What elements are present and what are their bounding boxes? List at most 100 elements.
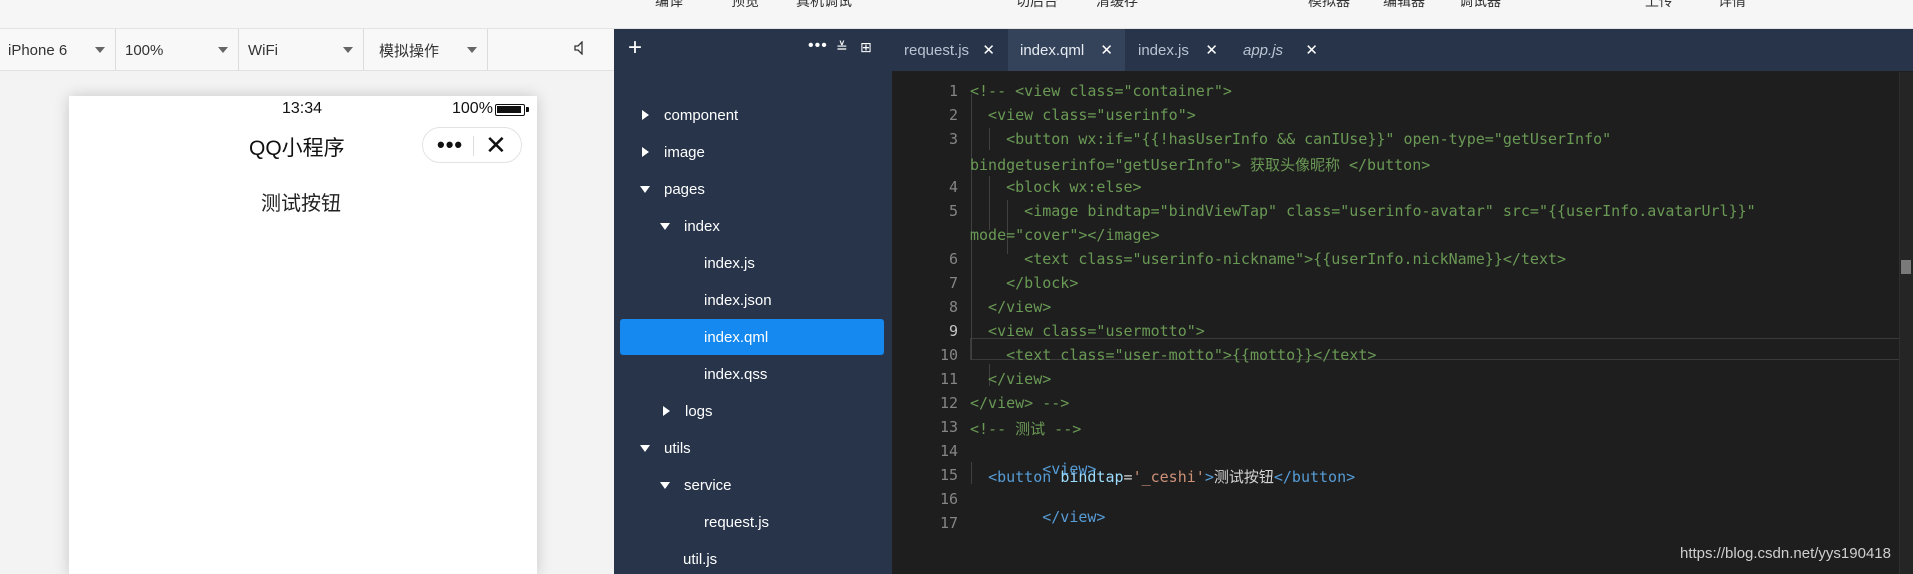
debugger-toggle[interactable]: 调试器	[1459, 0, 1501, 11]
code-area[interactable]: 1 2 3 4 5 6 7 8 9 10 11 12 13 14 15 16 1…	[892, 72, 1913, 574]
line-number: 17	[939, 514, 958, 532]
tree-item-label: util.js	[683, 550, 718, 568]
tree-item-label: index.json	[704, 291, 772, 309]
ide-window: 编译 预览 真机调试 切后台 清缓存 模拟器 编辑器 调试器 上传 详情 iPh…	[0, 0, 1913, 574]
network-select[interactable]: WiFi	[240, 29, 364, 71]
page-title: QQ小程序	[249, 137, 345, 160]
line-number: 10	[939, 346, 958, 364]
code-line: <text class="user-motto">{{motto}}</text…	[970, 346, 1377, 364]
clear-cache-button[interactable]: 清缓存	[1096, 0, 1138, 11]
tab-label: index.js	[1138, 41, 1189, 59]
code-line-wrapped: bindgetuserinfo="getUserInfo"> 获取头像昵称 </…	[970, 156, 1431, 174]
tree-folder-service[interactable]: service	[620, 467, 884, 503]
code-line: <view class="userinfo">	[970, 106, 1196, 124]
tree-item-label: pages	[664, 180, 705, 198]
test-button[interactable]: 测试按钮	[261, 187, 341, 216]
chevron-down-icon	[343, 47, 353, 53]
close-icon[interactable]: ✕	[485, 132, 507, 158]
line-number: 5	[948, 202, 958, 220]
tab-index-js[interactable]: index.js ✕	[1126, 29, 1230, 71]
line-number: 16	[939, 490, 958, 508]
line-number: 1	[948, 82, 958, 100]
tree-file-index-qml[interactable]: index.qml	[620, 319, 884, 355]
zoom-select[interactable]: 100%	[117, 29, 239, 71]
volume-icon[interactable]	[574, 40, 586, 59]
code-line-wrapped: mode="cover"></image>	[970, 226, 1160, 244]
code-line: <block wx:else>	[970, 178, 1142, 196]
code-token-string: '_ceshi'	[1132, 468, 1205, 486]
upload-button[interactable]: 上传	[1645, 0, 1673, 11]
operation-select[interactable]: 模拟操作	[365, 29, 488, 71]
tree-item-label: component	[664, 106, 739, 124]
tab-label: request.js	[904, 41, 970, 59]
remote-debug-button[interactable]: 真机调试	[796, 0, 852, 11]
device-select[interactable]: iPhone 6	[0, 29, 116, 71]
battery-percent: 100%	[452, 100, 493, 117]
tab-request-js[interactable]: request.js ✕	[892, 29, 1007, 71]
code-line: <!-- 测试 -->	[970, 420, 1082, 438]
tree-item-label: utils	[664, 439, 691, 457]
simulator-panel: iPhone 6 100% WiFi 模拟操作 13:34 100% QQ小程序…	[0, 29, 614, 574]
code-line: <!-- <view class="container">	[970, 82, 1232, 100]
tree-file-index-js[interactable]: index.js	[620, 245, 884, 281]
simulator-toggle[interactable]: 模拟器	[1308, 0, 1350, 11]
tree-folder-utils[interactable]: utils	[620, 430, 884, 466]
tree-item-label: logs	[685, 402, 713, 420]
tree-folder-pages[interactable]: pages	[620, 171, 884, 207]
background-button[interactable]: 切后台	[1016, 0, 1058, 11]
collapse-all-icon[interactable]: ≚	[836, 39, 848, 56]
code-line: </view> -->	[970, 394, 1070, 412]
tree-item-label: image	[664, 143, 705, 161]
code-token-attr: bindtap	[1060, 468, 1124, 486]
close-icon[interactable]: ✕	[1205, 41, 1218, 59]
tree-item-label: index	[684, 217, 720, 235]
code-token-tag: </button>	[1273, 468, 1356, 486]
code-token-tag: </view>	[1042, 508, 1106, 526]
editor-tabs: request.js ✕ index.qml ✕ index.js ✕ app.…	[892, 29, 1913, 71]
tree-file-request-js[interactable]: request.js	[620, 504, 884, 540]
add-icon[interactable]: +	[628, 34, 642, 62]
operation-select-value: 模拟操作	[379, 42, 440, 60]
more-icon[interactable]: •••	[437, 134, 463, 156]
line-number: 3	[948, 130, 958, 148]
more-icon[interactable]: •••	[808, 37, 828, 55]
code-line: <image bindtap="bindViewTap" class="user…	[970, 202, 1756, 220]
code-line: <button bindtap='_ceshi'>测试按钮</button>	[970, 466, 1355, 487]
tree-folder-logs[interactable]: logs	[620, 393, 884, 429]
tree-folder-component[interactable]: component	[620, 97, 884, 133]
chevron-right-icon	[642, 110, 649, 120]
code-line: </view>	[970, 298, 1052, 316]
editor-toggle[interactable]: 编辑器	[1383, 0, 1425, 11]
tree-item-label: request.js	[704, 513, 770, 531]
code-editor: request.js ✕ index.qml ✕ index.js ✕ app.…	[892, 29, 1913, 574]
tree-folder-image[interactable]: image	[620, 134, 884, 170]
new-file-icon[interactable]: ⊞	[860, 39, 872, 56]
capsule-divider	[473, 136, 474, 156]
device-select-value: iPhone 6	[8, 41, 68, 59]
chevron-right-icon	[642, 147, 649, 157]
tab-app-js[interactable]: app.js ✕	[1231, 29, 1330, 71]
close-icon[interactable]: ✕	[982, 41, 995, 59]
chevron-down-icon	[467, 47, 477, 53]
tab-label: app.js	[1243, 41, 1284, 59]
simulator-toolbar: iPhone 6 100% WiFi 模拟操作	[0, 29, 614, 71]
scrollbar-thumb[interactable]	[1901, 260, 1911, 274]
tree-file-util-js[interactable]: util.js	[620, 541, 884, 574]
editor-scrollbar[interactable]	[1899, 72, 1913, 574]
tree-file-index-qss[interactable]: index.qss	[620, 356, 884, 392]
line-number: 11	[939, 370, 958, 388]
tree-folder-index[interactable]: index	[620, 208, 884, 244]
menu-capsule: ••• ✕	[422, 127, 522, 163]
chevron-down-icon	[95, 47, 105, 53]
line-number: 8	[948, 298, 958, 316]
compile-button[interactable]: 编译	[655, 0, 683, 11]
preview-button[interactable]: 预览	[731, 0, 759, 11]
code-line: <button wx:if="{{!hasUserInfo && canIUse…	[970, 130, 1612, 148]
details-button[interactable]: 详情	[1718, 0, 1746, 11]
tree-file-index-json[interactable]: index.json	[620, 282, 884, 318]
close-icon[interactable]: ✕	[1100, 41, 1113, 59]
code-token-eq: =	[1123, 468, 1133, 486]
close-icon[interactable]: ✕	[1305, 41, 1318, 59]
tab-index-qml[interactable]: index.qml ✕	[1008, 29, 1125, 71]
network-select-value: WiFi	[248, 41, 278, 59]
